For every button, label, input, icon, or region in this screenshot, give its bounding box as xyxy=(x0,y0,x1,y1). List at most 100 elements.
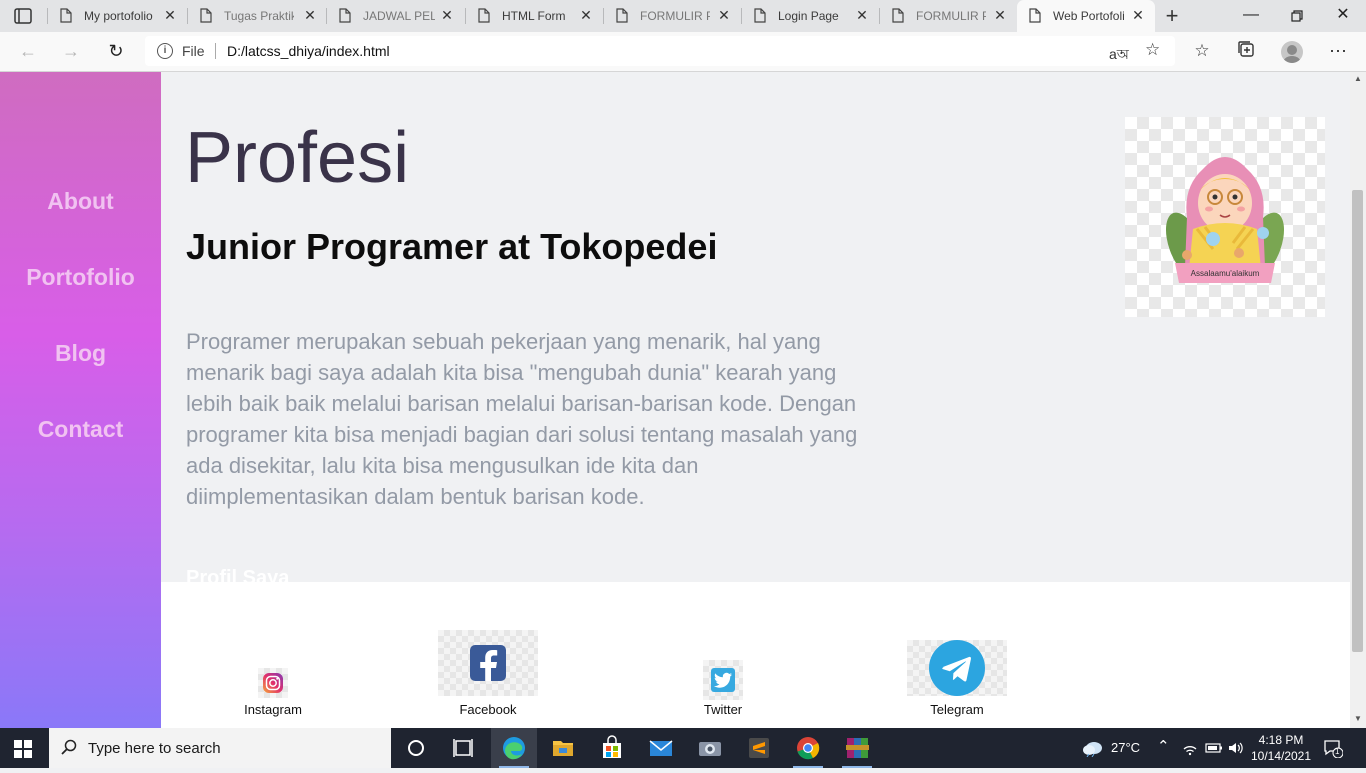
instagram-icon xyxy=(258,668,288,698)
mail-icon xyxy=(649,740,673,756)
nav-link-portofolio[interactable]: Portofolio xyxy=(0,264,161,291)
tray-overflow-chevron-icon[interactable]: ⌃ xyxy=(1157,737,1170,755)
page-icon xyxy=(1029,8,1041,23)
tab-close-icon[interactable]: ✕ xyxy=(164,8,176,22)
sublime-text-app[interactable] xyxy=(736,728,782,768)
folder-icon xyxy=(553,741,573,756)
profile-avatar[interactable] xyxy=(1281,41,1303,63)
notification-icon xyxy=(1324,740,1344,759)
tab-label: FORMULIR PE xyxy=(916,9,986,23)
address-divider xyxy=(215,43,216,59)
store-app[interactable] xyxy=(589,728,635,768)
chrome-app[interactable] xyxy=(785,728,831,768)
social-facebook[interactable]: Facebook xyxy=(438,630,538,720)
facebook-glyph xyxy=(470,645,506,681)
social-telegram[interactable]: Telegram xyxy=(907,640,1007,720)
tab-formulir-pe-1[interactable]: FORMULIR PE ✕ xyxy=(604,0,741,32)
restore-button[interactable] xyxy=(1274,0,1320,32)
twitter-glyph xyxy=(711,668,735,692)
tab-actions-menu-icon[interactable] xyxy=(14,8,32,24)
tab-close-icon[interactable]: ✕ xyxy=(304,8,316,22)
nav-link-about[interactable]: About xyxy=(0,188,161,215)
favorites-icon[interactable]: ☆ xyxy=(1191,40,1213,62)
hijab-girl-illustration: Assalaamu'alaikum xyxy=(1125,117,1325,317)
taskbar-search-box[interactable]: Type here to search xyxy=(49,728,391,768)
social-instagram[interactable]: Instagram xyxy=(235,666,311,720)
minimize-button[interactable]: — xyxy=(1228,0,1274,32)
tab-close-icon[interactable]: ✕ xyxy=(856,8,868,22)
file-explorer-app[interactable] xyxy=(540,728,586,768)
tab-formulir-pe-2[interactable]: FORMULIR PE ✕ xyxy=(880,0,1016,32)
browser-toolbar: ← → ↻ i File D:/latcss_dhiya/index.html … xyxy=(0,32,1366,72)
weather-temperature[interactable]: 27°C xyxy=(1111,740,1140,755)
tab-close-icon[interactable]: ✕ xyxy=(994,8,1006,22)
address-scheme: File xyxy=(182,43,205,59)
edge-app[interactable] xyxy=(491,728,537,768)
tab-tugas-praktik[interactable]: Tugas Praktik ✕ xyxy=(188,0,326,32)
page-icon xyxy=(60,8,72,23)
sublime-icon xyxy=(749,738,769,758)
read-aloud-icon[interactable]: aঅ xyxy=(1109,43,1129,67)
tab-label: Login Page xyxy=(778,9,839,23)
tab-web-portofolio[interactable]: Web Portofoli ✕ xyxy=(1017,0,1155,32)
forward-button[interactable]: → xyxy=(58,39,84,65)
windows-taskbar: Type here to search 27°C ⌃ 4:18 PM 10/14… xyxy=(0,728,1366,768)
site-info-icon[interactable]: i xyxy=(157,43,173,59)
camera-app[interactable] xyxy=(687,728,733,768)
tab-strip: My portofolio ✕ Tugas Praktik ✕ JADWAL P… xyxy=(0,0,1366,32)
notification-count: 1 xyxy=(1335,747,1340,756)
restore-icon xyxy=(1291,10,1303,22)
page-icon xyxy=(616,8,628,23)
clock-time: 4:18 PM xyxy=(1258,733,1304,747)
nav-link-contact[interactable]: Contact xyxy=(0,416,161,443)
close-window-button[interactable]: ✕ xyxy=(1320,0,1366,32)
tab-my-portofolio[interactable]: My portofolio ✕ xyxy=(48,0,186,32)
social-label: Twitter xyxy=(703,702,743,717)
page-icon xyxy=(754,8,766,23)
weather-cloud-icon[interactable] xyxy=(1082,739,1104,757)
tab-login-page[interactable]: Login Page ✕ xyxy=(742,0,879,32)
address-url[interactable]: D:/latcss_dhiya/index.html xyxy=(227,43,390,59)
cortana-button[interactable] xyxy=(393,728,439,768)
chrome-icon xyxy=(797,737,820,760)
system-clock[interactable]: 4:18 PM 10/14/2021 xyxy=(1243,732,1319,764)
scroll-down-arrow[interactable]: ▼ xyxy=(1353,714,1363,723)
back-button[interactable]: ← xyxy=(15,39,41,65)
windows-start-icon[interactable] xyxy=(14,740,32,758)
scroll-up-arrow[interactable]: ▲ xyxy=(1353,74,1363,83)
page-scrollbar[interactable]: ▲ ▼ xyxy=(1350,72,1366,728)
tab-close-icon[interactable]: ✕ xyxy=(580,8,592,22)
mail-app[interactable] xyxy=(638,728,684,768)
collections-icon[interactable] xyxy=(1235,40,1257,62)
tab-label: HTML Form xyxy=(502,9,566,23)
tab-label: Tugas Praktik xyxy=(224,9,294,23)
battery-icon[interactable] xyxy=(1205,741,1223,755)
tab-html-form[interactable]: HTML Form ✕ xyxy=(466,0,603,32)
refresh-button[interactable]: ↻ xyxy=(103,39,129,65)
search-placeholder: Type here to search xyxy=(88,740,221,757)
nav-link-blog[interactable]: Blog xyxy=(0,340,161,367)
twitter-icon xyxy=(703,660,743,700)
hijab-girl-drawing: Assalaamu'alaikum xyxy=(1165,157,1285,283)
social-twitter[interactable]: Twitter xyxy=(683,658,763,720)
social-label: Instagram xyxy=(244,702,302,717)
page-icon xyxy=(892,8,904,23)
page-viewport: About Portofolio Blog Contact Profesi Ju… xyxy=(0,72,1350,728)
more-options-icon[interactable]: ⋯ xyxy=(1327,40,1349,62)
collections-glyph xyxy=(1238,41,1254,57)
page-icon xyxy=(478,8,490,23)
tab-close-icon[interactable]: ✕ xyxy=(441,8,453,22)
new-tab-button[interactable]: + xyxy=(1162,5,1182,27)
wifi-icon[interactable] xyxy=(1182,740,1198,756)
winrar-app[interactable] xyxy=(834,728,880,768)
tab-close-icon[interactable]: ✕ xyxy=(718,8,730,22)
clock-date: 10/14/2021 xyxy=(1250,749,1312,763)
tab-close-icon[interactable]: ✕ xyxy=(1132,8,1144,22)
address-bar[interactable]: i File D:/latcss_dhiya/index.html aঅ ☆ xyxy=(145,36,1175,66)
add-favorite-icon[interactable]: ☆ xyxy=(1145,40,1160,60)
task-view-button[interactable] xyxy=(440,728,486,768)
search-icon xyxy=(61,739,77,755)
action-center-button[interactable]: 1 xyxy=(1323,738,1344,759)
tab-jadwal-pela[interactable]: JADWAL PELA ✕ xyxy=(327,0,465,32)
scroll-thumb[interactable] xyxy=(1352,190,1363,652)
